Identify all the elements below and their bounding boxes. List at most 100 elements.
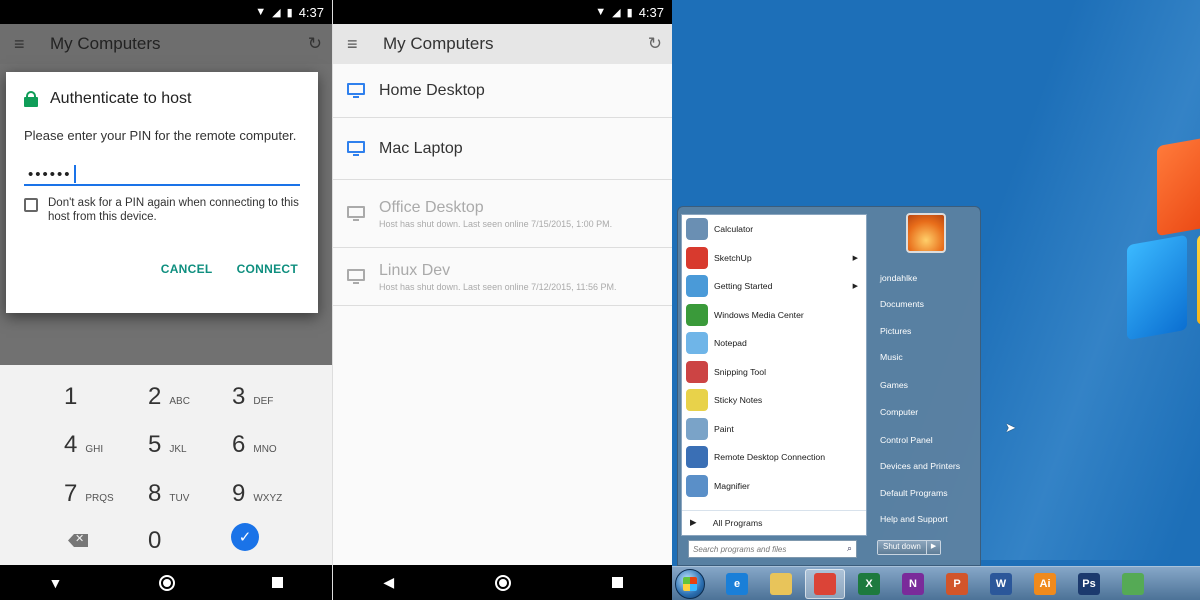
- key-6[interactable]: 6 MNO: [232, 431, 277, 459]
- start-menu-link[interactable]: Documents: [874, 291, 978, 317]
- sticky-notes-icon: [686, 389, 708, 412]
- key-letters: ABC: [169, 396, 190, 407]
- status-bar: ▼ ◢ ▮ 4:37: [0, 0, 332, 24]
- start-button[interactable]: [675, 568, 705, 599]
- submenu-arrow-icon[interactable]: ▶: [853, 282, 858, 290]
- start-menu-link[interactable]: Pictures: [874, 318, 978, 344]
- start-menu-item[interactable]: Remote Desktop Connection: [682, 443, 866, 472]
- home-icon[interactable]: [159, 574, 176, 591]
- pin-input[interactable]: ••••••: [24, 164, 300, 186]
- clock: 4:37: [298, 4, 324, 20]
- photoshop-icon: Ps: [1078, 572, 1100, 595]
- taskbar-button[interactable]: Ai: [1025, 569, 1065, 599]
- search-input[interactable]: Search programs and files ⌕: [688, 540, 857, 558]
- menu-icon[interactable]: ≡: [347, 34, 383, 55]
- recents-icon[interactable]: [611, 577, 623, 588]
- start-menu-link[interactable]: Music: [874, 344, 978, 370]
- key-1[interactable]: 1: [64, 383, 85, 411]
- key-3[interactable]: 3 DEF: [232, 383, 273, 411]
- back-icon[interactable]: ▼: [49, 575, 63, 591]
- monitor-icon: [347, 206, 365, 221]
- evernote-icon: [1122, 572, 1144, 595]
- start-menu-item[interactable]: Getting Started ▶: [682, 272, 866, 301]
- key-7[interactable]: 7 PRQS: [64, 480, 114, 508]
- start-menu-item[interactable]: Sticky Notes: [682, 386, 866, 415]
- key-2[interactable]: 2 ABC: [148, 383, 190, 411]
- shutdown-control: Shut down ▶: [877, 540, 942, 555]
- host-item-linux-dev[interactable]: Linux Dev Host has shut down. Last seen …: [333, 248, 672, 306]
- key-number: 9: [232, 480, 246, 507]
- internet-explorer-icon: e: [726, 572, 748, 595]
- numeric-keypad: 1 2 ABC 3 DEF 4 GHI 5 JKL 6 MNO 7 PRQS 8 TUV 9W…: [0, 365, 332, 565]
- start-menu-item[interactable]: Windows Media Center: [682, 301, 866, 330]
- key-letters: JKL: [169, 444, 187, 455]
- android-pin-screen: ▼ ◢ ▮ 4:37 ≡ My Computers ↻ Authenticate…: [0, 0, 332, 600]
- host-item-mac-laptop[interactable]: Mac Laptop: [333, 118, 672, 180]
- start-menu-item[interactable]: Notepad: [682, 329, 866, 358]
- start-menu-item[interactable]: Snipping Tool: [682, 358, 866, 387]
- key-letters: WXYZ: [253, 493, 283, 504]
- taskbar-button[interactable]: Ps: [1069, 569, 1109, 599]
- text-caret: [73, 165, 76, 183]
- refresh-icon[interactable]: ↻: [648, 34, 662, 54]
- search-icon[interactable]: ⌕: [847, 543, 852, 554]
- shutdown-button[interactable]: Shut down: [878, 541, 926, 554]
- remember-pin-checkbox[interactable]: [24, 198, 38, 212]
- taskbar-button[interactable]: X: [849, 569, 889, 599]
- windows-logo-wallpaper: [1127, 133, 1200, 380]
- all-programs-button[interactable]: ▶ All Programs: [682, 510, 866, 534]
- back-icon[interactable]: ◀: [383, 574, 394, 591]
- arrow-right-icon: ▶: [690, 517, 697, 527]
- dialog-title: Authenticate to host: [50, 90, 192, 107]
- connect-button[interactable]: CONNECT: [237, 262, 298, 276]
- key-letters: DEF: [253, 396, 274, 407]
- start-menu-link[interactable]: jondahlke: [874, 265, 978, 291]
- start-menu-link[interactable]: Default Programs: [874, 479, 978, 505]
- taskbar-button[interactable]: [761, 569, 801, 599]
- taskbar-button[interactable]: [1113, 569, 1153, 599]
- key-letters: MNO: [253, 444, 277, 455]
- taskbar-button[interactable]: W: [981, 569, 1021, 599]
- shutdown-options-icon[interactable]: ▶: [925, 541, 941, 554]
- start-menu-item[interactable]: SketchUp ▶: [682, 244, 866, 273]
- cancel-button[interactable]: CANCEL: [161, 262, 213, 276]
- key-5[interactable]: 5 JKL: [148, 431, 187, 459]
- key-4[interactable]: 4 GHI: [64, 431, 103, 459]
- start-menu-link[interactable]: Games: [874, 372, 978, 398]
- start-menu-item-label: Snipping Tool: [714, 366, 767, 377]
- user-avatar[interactable]: [906, 213, 946, 253]
- start-menu-link[interactable]: Computer: [874, 398, 978, 424]
- submenu-arrow-icon[interactable]: ▶: [853, 254, 858, 262]
- start-menu-link[interactable]: Devices and Printers: [874, 453, 978, 479]
- done-check-icon[interactable]: ✓: [231, 523, 259, 551]
- key-0[interactable]: 0: [148, 527, 161, 555]
- chrome-icon: [814, 572, 836, 595]
- host-item-office-desktop[interactable]: Office Desktop Host has shut down. Last …: [333, 180, 672, 248]
- refresh-icon[interactable]: ↻: [308, 34, 322, 54]
- taskbar-button[interactable]: [805, 568, 845, 599]
- host-item-home-desktop[interactable]: Home Desktop: [333, 64, 672, 118]
- key-9[interactable]: 9 WXYZ: [232, 480, 282, 508]
- start-menu-link[interactable]: Help and Support: [874, 506, 978, 532]
- menu-icon[interactable]: ≡: [14, 34, 50, 55]
- start-menu-item-label: Windows Media Center: [714, 309, 804, 320]
- key-8[interactable]: 8 TUV: [148, 480, 189, 508]
- start-menu-item[interactable]: Calculator: [682, 215, 866, 244]
- status-bar: ▼ ◢ ▮ 4:37: [333, 0, 672, 24]
- home-icon[interactable]: [494, 574, 511, 591]
- notepad-icon: [686, 332, 708, 355]
- taskbar-button[interactable]: e: [717, 569, 757, 599]
- remember-pin-label[interactable]: Don't ask for a PIN again when connectin…: [48, 196, 300, 224]
- start-menu-link[interactable]: Control Panel: [874, 427, 978, 453]
- search-placeholder: Search programs and files: [693, 544, 787, 554]
- start-menu-item[interactable]: Magnifier: [682, 472, 866, 501]
- taskbar-button[interactable]: P: [937, 569, 977, 599]
- onenote-icon: N: [902, 572, 924, 595]
- recents-icon[interactable]: [272, 577, 284, 588]
- auth-dialog: Authenticate to host Please enter your P…: [6, 72, 318, 313]
- backspace-icon[interactable]: ✕: [68, 534, 88, 547]
- word-icon: W: [990, 572, 1012, 595]
- host-name: Home Desktop: [379, 81, 485, 99]
- taskbar-button[interactable]: N: [893, 569, 933, 599]
- start-menu-item[interactable]: Paint: [682, 415, 866, 444]
